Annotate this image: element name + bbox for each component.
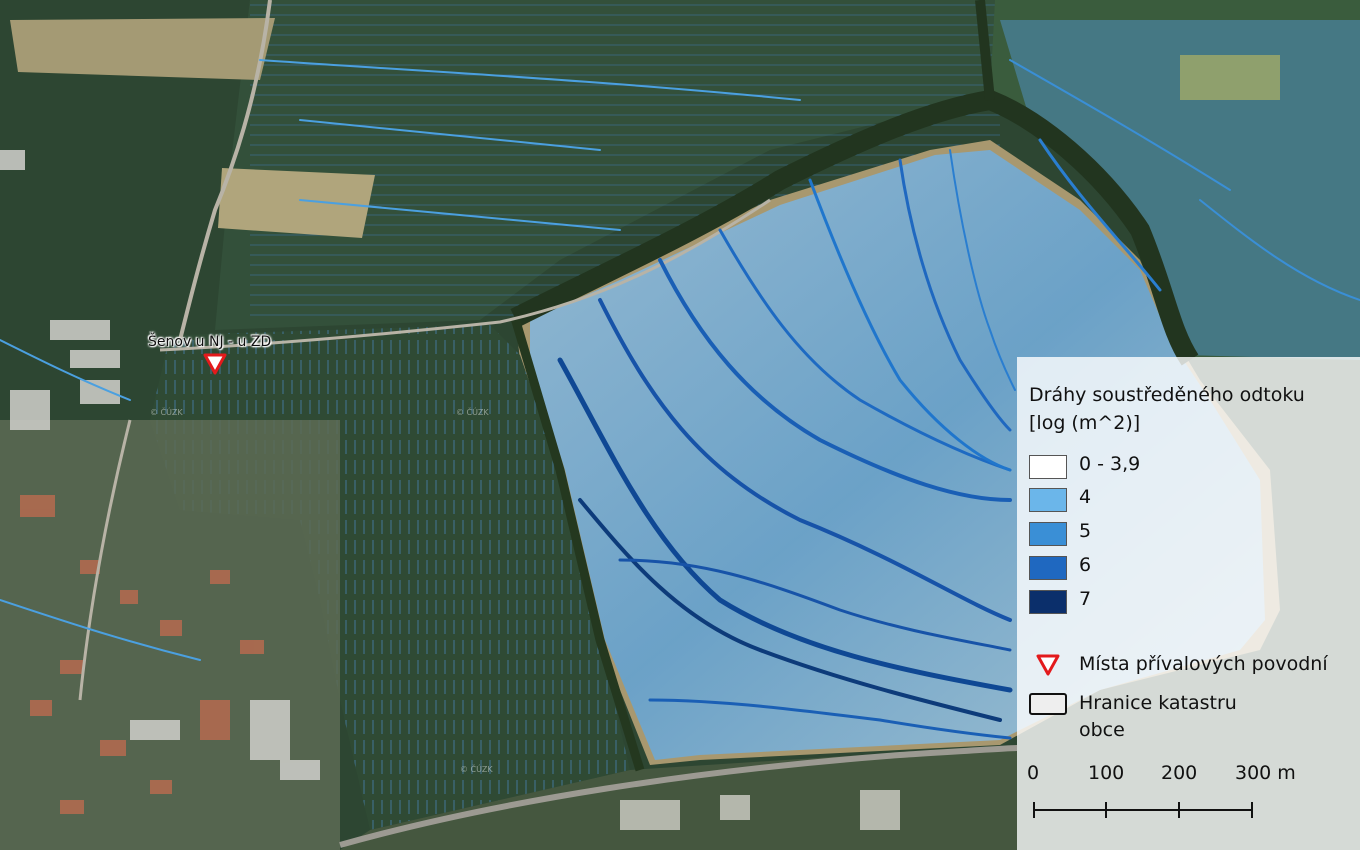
map-canvas[interactable]: © ČÚZK © ČÚZK © ČÚZK Šenov u NJ - u ZD D…: [0, 0, 1360, 850]
field-topleft: [10, 18, 275, 80]
scale-tick-label: 100: [1088, 762, 1125, 784]
field-small: [218, 168, 375, 238]
legend-title-line2: [log (m^2)]: [1029, 412, 1141, 434]
legend-swatch-class-6: [1029, 556, 1067, 580]
flood-site-marker-icon[interactable]: [202, 352, 228, 376]
legend-class-label: 7: [1079, 588, 1092, 610]
scale-tick-label: 300 m: [1235, 762, 1296, 784]
scale-bar: 0 100 200 300 m: [1027, 762, 1329, 832]
field-patch: [1180, 55, 1280, 100]
boundary-label-line1: Hranice katastru: [1079, 692, 1237, 714]
watermark-text: © ČÚZK: [150, 408, 183, 417]
flood-site-label: Šenov u NJ - u ZD: [148, 334, 272, 350]
boundary-swatch: [1029, 693, 1067, 715]
legend-class-label: 6: [1079, 554, 1092, 576]
legend-class-label: 4: [1079, 486, 1092, 508]
legend-marker-label: Místa přívalových povodní: [1079, 653, 1328, 675]
boundary-label-line2: obce: [1079, 719, 1125, 741]
legend-class-label: 0 - 3,9: [1079, 453, 1141, 475]
watermark-text: © ČÚZK: [456, 408, 489, 417]
legend-title: Dráhy soustředěného odtoku [log (m^2)]: [1029, 381, 1305, 437]
scale-tick-label: 0: [1027, 762, 1040, 784]
legend-swatch-class-4: [1029, 488, 1067, 512]
watermark-text: © ČÚZK: [460, 765, 493, 774]
scale-bar-line: [1033, 802, 1253, 818]
legend-swatch-class-5: [1029, 522, 1067, 546]
scale-tick-label: 200: [1161, 762, 1198, 784]
legend-class-label: 5: [1079, 520, 1092, 542]
legend-boundary-label: Hranice katastru obce: [1079, 690, 1299, 744]
legend-swatch-class-0: [1029, 455, 1067, 479]
legend-swatch-class-7: [1029, 590, 1067, 614]
red-downward-triangle-icon: [1036, 654, 1060, 676]
legend-title-line1: Dráhy soustředěného odtoku: [1029, 384, 1305, 406]
map-legend: Dráhy soustředěného odtoku [log (m^2)] 0…: [1017, 357, 1360, 850]
